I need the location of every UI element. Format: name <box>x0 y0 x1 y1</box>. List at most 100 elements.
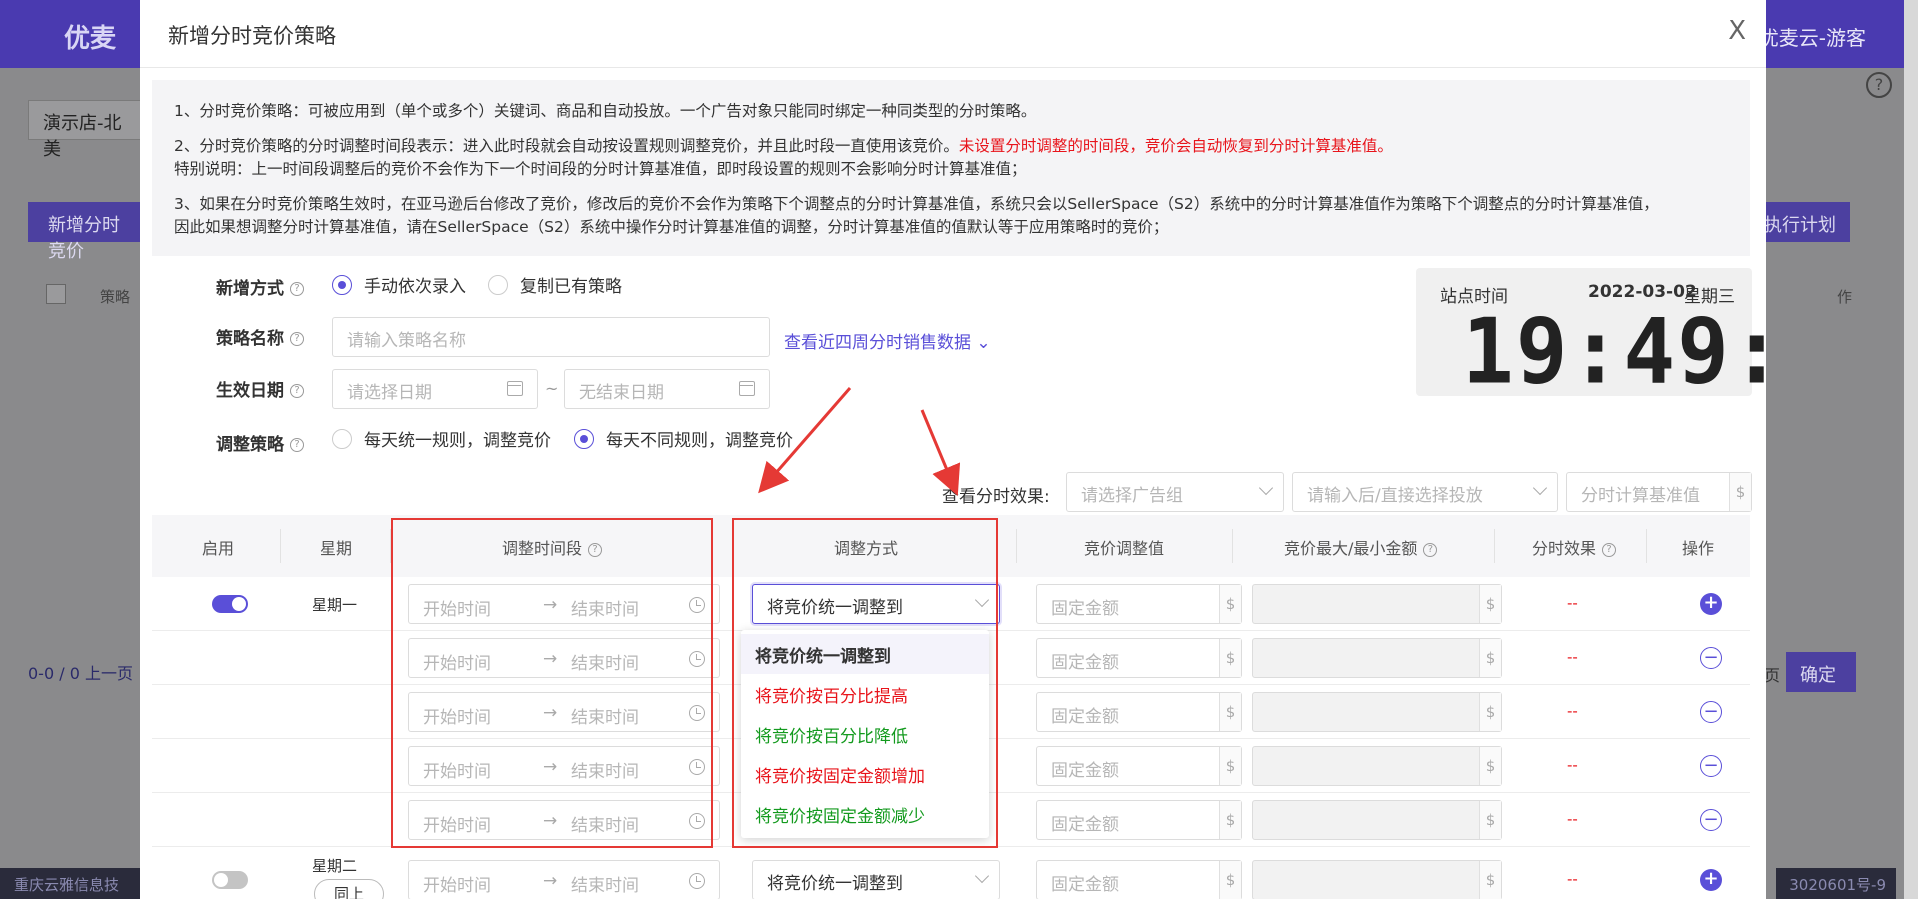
remove-row-icon[interactable]: − <box>1700 755 1722 777</box>
currency-suffix: $ <box>1479 861 1501 899</box>
add-row-icon[interactable]: + <box>1700 593 1722 615</box>
start-time-placeholder: 开始时间 <box>423 876 491 896</box>
help-icon: ? <box>290 384 304 398</box>
add-row-icon[interactable]: + <box>1700 869 1722 891</box>
adjust-method-select[interactable]: 将竞价统一调整到 <box>752 860 1000 899</box>
radio-unchecked-icon <box>488 274 508 295</box>
base-value-placeholder: 分时计算基准值 <box>1581 486 1700 506</box>
target-select[interactable]: 请输入后/直接选择投放 <box>1292 472 1558 512</box>
effect-value: -- <box>1567 702 1578 720</box>
notice-line-2b: 特别说明：上一时间段调整后的竞价不会作为下一个时间段的分时计算基准值，即时段设置… <box>174 160 1027 178</box>
strategy-name-label-text: 策略名称 <box>216 329 284 349</box>
help-icon: ? <box>1866 72 1892 98</box>
footer-left: 重庆云雅信息技 <box>0 868 140 899</box>
remove-row-icon[interactable]: − <box>1700 809 1722 831</box>
strategy-name-label: 策略名称? <box>216 324 304 349</box>
annotation-box-period <box>391 518 713 848</box>
radio-manual[interactable]: 手动依次录入 <box>332 272 466 297</box>
currency-suffix: $ <box>1219 639 1241 677</box>
currency-suffix: $ <box>1479 585 1501 623</box>
adjust-method-value: 将竞价统一调整到 <box>767 874 903 894</box>
currency-suffix: $ <box>1479 639 1501 677</box>
bg-page-text: 页 <box>1763 666 1780 685</box>
strategy-name-input[interactable]: 请输入策略名称 <box>332 317 770 357</box>
header-minmax-text: 竞价最大/最小金额 <box>1284 539 1418 558</box>
annotation-arrows <box>758 387 961 496</box>
add-mode-label: 新增方式? <box>216 274 304 299</box>
bg-confirm-button: 确定 <box>1786 652 1856 692</box>
minmax-amount-input[interactable]: $ <box>1252 692 1502 732</box>
notice-line-2: 2、分时竞价策略的分时调整时间段表示：进入此时段就会自动按设置规则调整竞价，并且… <box>174 135 1728 158</box>
minmax-amount-input[interactable]: $ <box>1252 584 1502 624</box>
fixed-amount-input[interactable]: 固定金额 $ <box>1036 692 1242 732</box>
bg-column-strategy: 策略 <box>100 288 131 306</box>
effect-value: -- <box>1567 810 1578 828</box>
table-row: 星期二 同上 开始时间 → 结束时间 将竞价统一调整到 固定金额 $ $ -- + <box>152 847 1750 899</box>
help-icon: ? <box>290 282 304 296</box>
fixed-amount-input[interactable]: 固定金额 $ <box>1036 860 1242 899</box>
currency-suffix: $ <box>1729 473 1751 511</box>
effect-value: -- <box>1567 870 1578 888</box>
enable-toggle[interactable] <box>212 871 248 889</box>
weekday-monday: 星期一 <box>312 596 358 614</box>
effective-date-label: 生效日期? <box>216 376 304 401</box>
start-date-input[interactable]: 请选择日期 <box>332 369 538 409</box>
fixed-amount-input[interactable]: 固定金额 $ <box>1036 638 1242 678</box>
header-divider <box>1232 529 1233 563</box>
notice-line-2-warning: 未设置分时调整的时间段，竞价会自动恢复到分时计算基准值。 <box>958 137 1393 155</box>
enable-toggle[interactable] <box>212 595 248 613</box>
adgroup-select[interactable]: 请选择广告组 <box>1066 472 1284 512</box>
minmax-amount-input[interactable]: $ <box>1252 746 1502 786</box>
header-weekday: 星期 <box>320 539 353 558</box>
minmax-amount-input[interactable]: $ <box>1252 800 1502 840</box>
currency-suffix: $ <box>1219 585 1241 623</box>
notice-line-2-text: 2、分时竞价策略的分时调整时间段表示：进入此时段就会自动按设置规则调整竞价，并且… <box>174 137 959 155</box>
fixed-amount-input[interactable]: 固定金额 $ <box>1036 746 1242 786</box>
header-enable: 启用 <box>202 539 235 558</box>
modal-title: 新增分时竞价策略 <box>168 24 336 48</box>
radio-copy-label: 复制已有策略 <box>520 277 622 297</box>
start-date-placeholder: 请选择日期 <box>347 383 432 403</box>
radio-uniform-rule[interactable]: 每天统一规则，调整竞价 <box>332 426 551 451</box>
notice-line-3b: 因此如果想调整分时计算基准值，请在SellerSpace（S2）系统中操作分时计… <box>174 218 1169 236</box>
effective-date-label-text: 生效日期 <box>216 381 284 401</box>
header-value: 竞价调整值 <box>1084 539 1165 558</box>
header-effect: 分时效果? <box>1532 535 1617 559</box>
annotation-arrow-right <box>920 409 961 496</box>
header-divider <box>1016 529 1017 563</box>
radio-checked-icon <box>574 428 594 449</box>
help-icon: ? <box>290 438 304 452</box>
header-divider <box>1646 529 1647 563</box>
radio-uniform-label: 每天统一规则，调整竞价 <box>364 431 551 451</box>
radio-copy[interactable]: 复制已有策略 <box>488 272 622 297</box>
time-range-picker[interactable]: 开始时间 → 结束时间 <box>408 860 720 899</box>
calendar-icon <box>507 381 523 396</box>
fixed-amount-placeholder: 固定金额 <box>1051 599 1119 619</box>
fixed-amount-input[interactable]: 固定金额 $ <box>1036 584 1242 624</box>
minmax-amount-input[interactable]: $ <box>1252 860 1502 899</box>
remove-row-icon[interactable]: − <box>1700 701 1722 723</box>
minmax-amount-input[interactable]: $ <box>1252 638 1502 678</box>
same-as-above-button[interactable]: 同上 <box>314 879 384 899</box>
adgroup-placeholder: 请选择广告组 <box>1081 486 1183 506</box>
add-mode-label-text: 新增方式 <box>216 279 284 299</box>
shop-select: 演示店-北美 <box>28 100 148 160</box>
bg-pagination: 0-0 / 0 上一页 <box>28 664 133 683</box>
chevron-down-icon <box>1532 480 1548 496</box>
arrow-right-icon: → <box>543 871 558 891</box>
sales-data-link[interactable]: 查看近四周分时销售数据 ⌄ <box>784 328 991 353</box>
add-strategy-modal: 新增分时竞价策略 X 1、分时竞价策略：可被应用到（单个或多个）关键词、商品和自… <box>140 0 1766 899</box>
notice-line-1: 1、分时竞价策略：可被应用到（单个或多个）关键词、商品和自动投放。一个广告对象只… <box>174 102 1037 120</box>
effect-value: -- <box>1567 594 1578 612</box>
base-value-input[interactable]: 分时计算基准值 $ <box>1566 472 1752 512</box>
close-icon[interactable]: X <box>1728 16 1746 46</box>
remove-row-icon[interactable]: − <box>1700 647 1722 669</box>
effect-value: -- <box>1567 756 1578 774</box>
page-scrollbar[interactable] <box>1904 0 1918 899</box>
fixed-amount-input[interactable]: 固定金额 $ <box>1036 800 1242 840</box>
site-clock: 站点时间 2022-03-02 星期三 19:49:47 <box>1416 268 1766 405</box>
header-minmax: 竞价最大/最小金额? <box>1284 535 1438 559</box>
radio-checked-icon <box>332 274 352 295</box>
clock-time: 19:49:47 <box>1462 299 1766 405</box>
currency-suffix: $ <box>1219 801 1241 839</box>
